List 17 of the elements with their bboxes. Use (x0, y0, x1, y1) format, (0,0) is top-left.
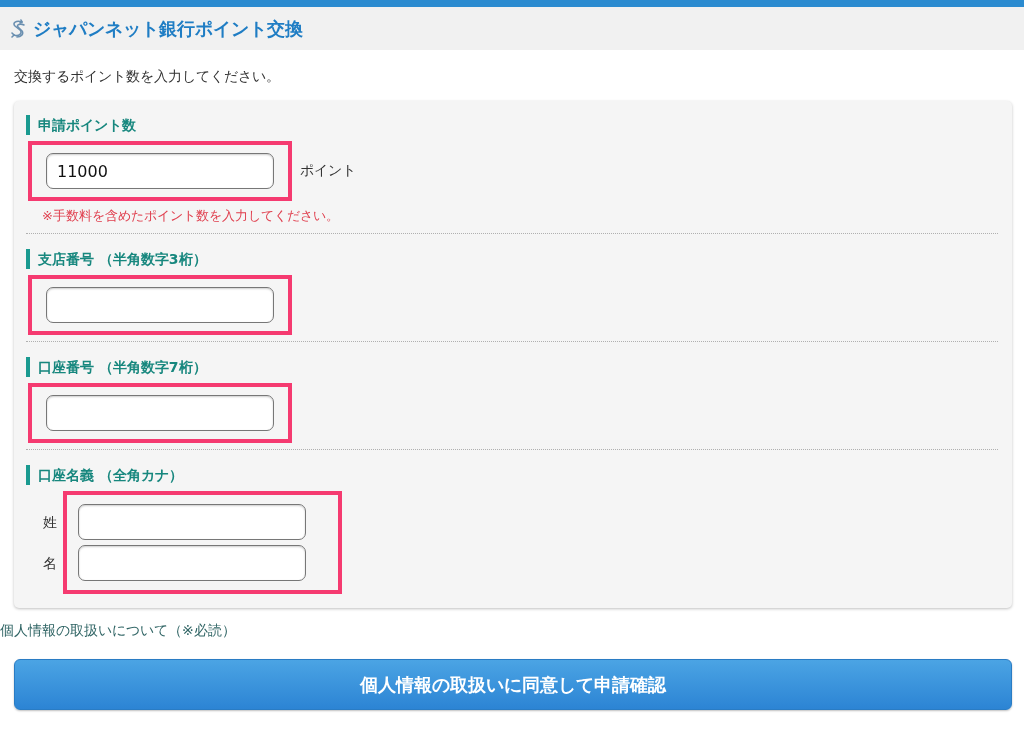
unit-label: ポイント (300, 162, 356, 180)
section-label: 申請ポイント数 (26, 115, 136, 135)
input-field[interactable] (78, 504, 306, 540)
page-title: ジャパンネット銀行ポイント交換 (33, 16, 303, 41)
section-label: 支店番号 （半角数字3桁） (26, 249, 207, 269)
input-field[interactable] (78, 545, 306, 581)
privacy-link[interactable]: 個人情報の取扱いについて（※必読） (0, 622, 236, 638)
section-label: 口座番号 （半角数字7桁） (26, 357, 207, 377)
input-field[interactable] (46, 287, 274, 323)
input-field[interactable] (46, 395, 274, 431)
section-label: 口座名義 （全角カナ） (26, 465, 183, 485)
field-label: 姓 (43, 513, 58, 532)
swirl-logo-icon (9, 18, 27, 39)
input-field[interactable]: 11000 (46, 153, 274, 189)
note-text: ※手数料を含めたポイント数を入力してください。 (42, 207, 340, 225)
field-label: 名 (43, 554, 58, 573)
instruction-text: 交換するポイント数を入力してください。 (14, 67, 281, 86)
